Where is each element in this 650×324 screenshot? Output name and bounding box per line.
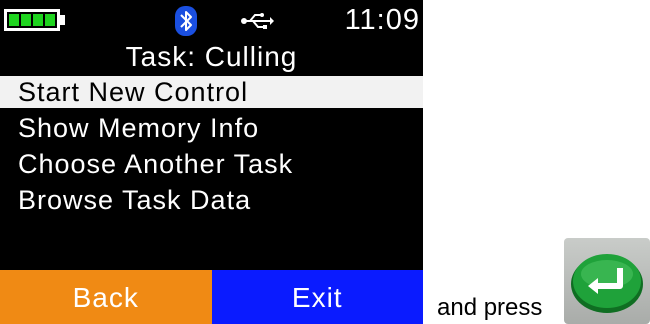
battery-full-icon <box>4 9 60 31</box>
clock: 11:09 <box>344 4 420 36</box>
menu-item-show-memory-info[interactable]: Show Memory Info <box>0 112 423 144</box>
menu: Start New Control Show Memory Info Choos… <box>0 76 423 220</box>
device-screen: 11:09 Task: Culling Start New Control Sh… <box>0 0 423 324</box>
enter-key-icon <box>564 238 650 324</box>
back-softkey[interactable]: Back <box>0 270 212 324</box>
battery-tip <box>60 15 65 25</box>
softkey-bar: Back Exit <box>0 270 423 324</box>
exit-softkey[interactable]: Exit <box>211 270 423 324</box>
instruction-text: and press <box>437 294 543 321</box>
task-title: Task: Culling <box>125 41 298 72</box>
usb-icon <box>240 12 274 30</box>
menu-item-choose-another-task[interactable]: Choose Another Task <box>0 148 423 180</box>
menu-item-browse-task-data[interactable]: Browse Task Data <box>0 184 423 216</box>
status-bar: 11:09 <box>0 0 423 40</box>
menu-item-start-new-control[interactable]: Start New Control <box>0 76 423 108</box>
bluetooth-icon <box>175 6 197 36</box>
